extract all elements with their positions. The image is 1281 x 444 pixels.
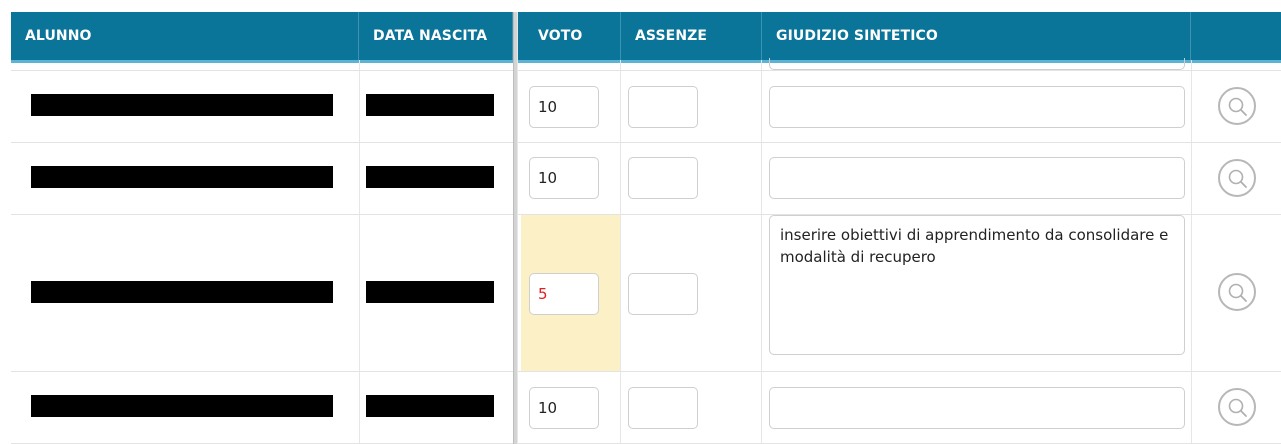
voto-input[interactable]: 10 (529, 387, 599, 429)
header-assenze[interactable]: ASSENZE (621, 12, 762, 60)
student-name-redacted (31, 395, 333, 417)
giudizio-field[interactable] (769, 86, 1185, 128)
giudizio-field[interactable] (769, 387, 1185, 429)
voto-input[interactable]: 5 (529, 273, 599, 315)
assenze-input[interactable] (628, 157, 698, 199)
giudizio-field[interactable]: inserire obiettivi di apprendimento da c… (769, 215, 1185, 355)
giudizio-field[interactable] (769, 157, 1185, 199)
magnifier-icon[interactable] (1218, 388, 1256, 426)
birth-date-redacted (366, 281, 494, 303)
header-voto[interactable]: VOTO (520, 12, 621, 60)
giudizio-field-partial[interactable] (769, 58, 1185, 70)
student-name-redacted (31, 166, 333, 188)
frozen-column-divider[interactable] (513, 12, 518, 444)
voto-input[interactable]: 10 (529, 157, 599, 199)
header-actions (1191, 12, 1281, 60)
assenze-input[interactable] (628, 86, 698, 128)
voto-input[interactable]: 10 (529, 86, 599, 128)
assenze-input[interactable] (628, 387, 698, 429)
student-name-redacted (31, 281, 333, 303)
magnifier-icon[interactable] (1218, 273, 1256, 311)
magnifier-icon[interactable] (1218, 87, 1256, 125)
magnifier-icon[interactable] (1218, 159, 1256, 197)
birth-date-redacted (366, 166, 494, 188)
student-name-redacted (31, 94, 333, 116)
assenze-input[interactable] (628, 273, 698, 315)
table-header: ALUNNO DATA NASCITA VOTO ASSENZE GIUDIZI… (11, 12, 1281, 63)
header-data-nascita[interactable]: DATA NASCITA (359, 12, 513, 60)
header-alunno[interactable]: ALUNNO (11, 12, 359, 60)
grades-grid: ALUNNO DATA NASCITA VOTO ASSENZE GIUDIZI… (0, 0, 1281, 444)
header-giudizio-sintetico[interactable]: GIUDIZIO SINTETICO (762, 12, 1191, 60)
birth-date-redacted (366, 395, 494, 417)
birth-date-redacted (366, 94, 494, 116)
